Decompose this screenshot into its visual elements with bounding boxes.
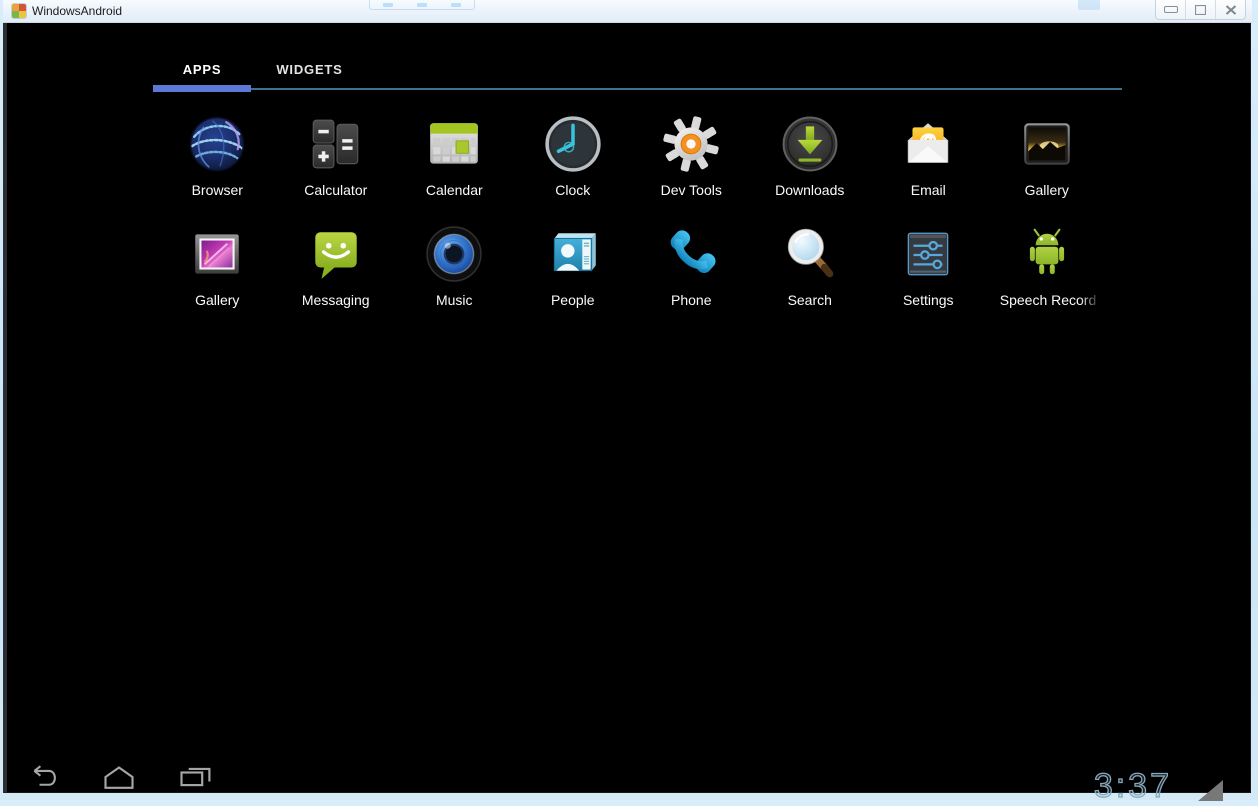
- gallery-photo-icon: [188, 225, 246, 283]
- back-arrow-icon: [24, 764, 62, 790]
- app-label: Search: [788, 292, 832, 308]
- signal-triangle-icon: [1198, 780, 1223, 801]
- app-label: Downloads: [775, 182, 844, 198]
- app-label: Speech Record: [1000, 292, 1097, 308]
- tab-underline: [155, 88, 1122, 90]
- people-contact-icon: [544, 225, 602, 283]
- browser-globe-icon: [188, 115, 246, 173]
- app-gallery[interactable]: Gallery: [988, 115, 1107, 225]
- nav-home-button[interactable]: [97, 757, 141, 797]
- app-label: Clock: [555, 182, 590, 198]
- tab-widgets[interactable]: WIDGETS: [251, 53, 368, 85]
- gallery-sunset-icon: [1018, 115, 1076, 173]
- close-icon: [1225, 5, 1237, 15]
- music-speaker-icon: [425, 225, 483, 283]
- tab-apps[interactable]: APPS: [153, 53, 251, 85]
- status-clock: 3:37: [1094, 767, 1172, 806]
- background-window-ghost-2: [1078, 0, 1100, 10]
- app-gallery-2[interactable]: Gallery: [158, 225, 277, 335]
- app-label: Gallery: [1025, 182, 1069, 198]
- email-envelope-icon: @: [899, 115, 957, 173]
- app-people[interactable]: People: [514, 225, 633, 335]
- background-window-ghost: [369, 0, 475, 10]
- app-messaging[interactable]: Messaging: [277, 225, 396, 335]
- app-label: Gallery: [195, 292, 239, 308]
- windowsandroid-window: WindowsAndroid APPS WIDGETS: [3, 0, 1252, 792]
- app-label: Calendar: [426, 182, 483, 198]
- app-music[interactable]: Music: [395, 225, 514, 335]
- window-title: WindowsAndroid: [32, 4, 122, 18]
- app-label: Settings: [903, 292, 954, 308]
- gear-icon: [662, 115, 720, 173]
- windowsandroid-logo-icon: [12, 4, 26, 18]
- download-circle-icon: [781, 115, 839, 173]
- app-speech-recorder[interactable]: Speech Record: [988, 225, 1107, 335]
- maximize-button[interactable]: [1186, 0, 1216, 19]
- app-search[interactable]: Search: [751, 225, 870, 335]
- app-calendar[interactable]: Calendar: [395, 115, 514, 225]
- app-label: Calculator: [304, 182, 367, 198]
- app-phone[interactable]: Phone: [632, 225, 751, 335]
- active-tab-indicator: [153, 85, 251, 92]
- nav-back-button[interactable]: [21, 757, 65, 797]
- minimize-icon: [1164, 6, 1178, 13]
- app-browser[interactable]: Browser: [158, 115, 277, 225]
- app-label: Music: [436, 292, 473, 308]
- app-clock[interactable]: Clock: [514, 115, 633, 225]
- search-magnifier-icon: [781, 225, 839, 283]
- app-label: Messaging: [302, 292, 370, 308]
- app-calculator[interactable]: Calculator: [277, 115, 396, 225]
- minimize-button[interactable]: [1156, 0, 1186, 19]
- calendar-icon: [425, 115, 483, 173]
- phone-handset-icon: [662, 225, 720, 283]
- app-drawer-tabs: APPS WIDGETS: [153, 53, 368, 85]
- home-icon: [101, 764, 137, 790]
- title-bar: WindowsAndroid: [3, 0, 1252, 23]
- close-button[interactable]: [1216, 0, 1245, 19]
- clock-icon: [544, 115, 602, 173]
- app-label: Phone: [671, 292, 711, 308]
- settings-sliders-icon: [899, 225, 957, 283]
- app-email[interactable]: @ Email: [869, 115, 988, 225]
- app-downloads[interactable]: Downloads: [751, 115, 870, 225]
- app-settings[interactable]: Settings: [869, 225, 988, 335]
- app-label: People: [551, 292, 595, 308]
- messaging-smiley-icon: [307, 225, 365, 283]
- recent-apps-icon: [177, 764, 213, 790]
- app-dev-tools[interactable]: Dev Tools: [632, 115, 751, 225]
- nav-recents-button[interactable]: [173, 757, 217, 797]
- maximize-icon: [1195, 5, 1206, 15]
- window-controls: [1155, 0, 1246, 20]
- app-label: Browser: [192, 182, 243, 198]
- android-screen: APPS WIDGETS: [3, 23, 1251, 793]
- app-label-truncated: Speech Record: [988, 292, 1106, 310]
- app-label: Email: [911, 182, 946, 198]
- app-grid: Browser Calculator: [158, 115, 1106, 335]
- app-label: Dev Tools: [661, 182, 722, 198]
- calculator-icon: [307, 115, 365, 173]
- android-robot-icon: [1018, 225, 1076, 283]
